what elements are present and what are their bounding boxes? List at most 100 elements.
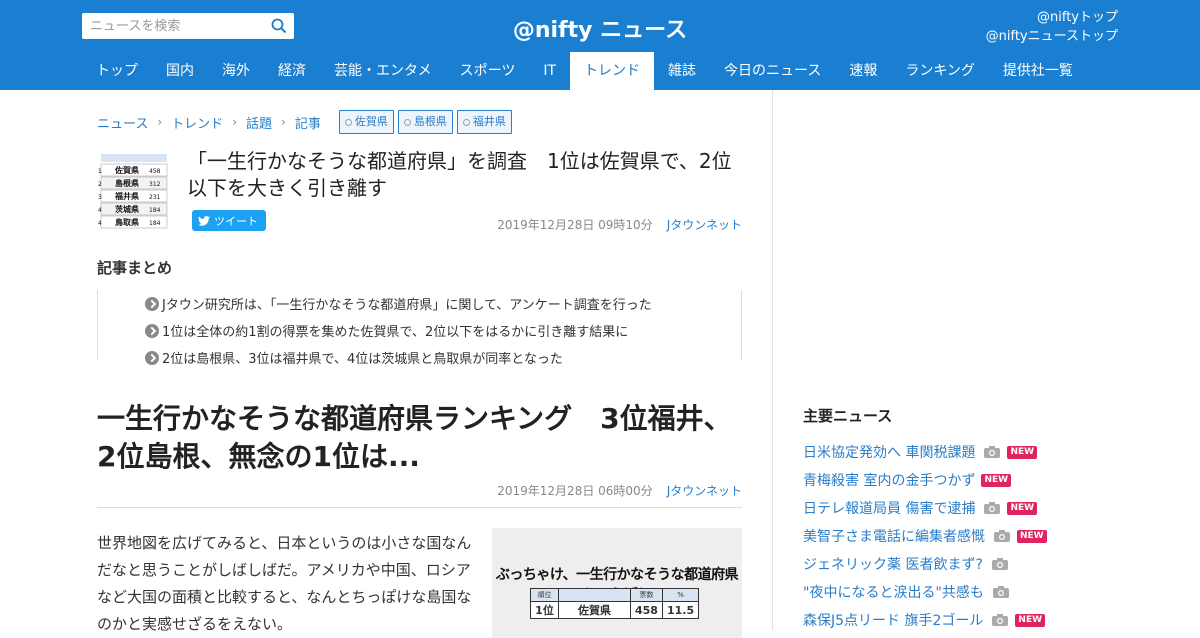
nav-item[interactable]: ランキング (891, 52, 989, 90)
news-link[interactable]: 森保J5点リード 旗手2ゴール (803, 610, 983, 630)
thumb-cell: 4 (98, 220, 102, 227)
figure-cell: 458 (630, 601, 663, 619)
headline-thumbnail[interactable]: 1 佐賀県 458 2 島根県 312 3 福井県 231 4 茨城県 184 4 鳥取県 184 (97, 150, 179, 230)
summary-text: Jタウン研究所は、「一生行かなそうな都道府県」に関して、アンケート調査を行った (162, 298, 652, 313)
new-badge: NEW (1007, 445, 1038, 459)
thumb-row: 2 島根県 312 (98, 176, 168, 190)
news-link[interactable]: 青梅殺害 室内の金手つかず (803, 470, 975, 490)
thumb-cell: 458 (149, 168, 161, 175)
figure-cell: 1位 (530, 601, 559, 619)
sidebar-news-item[interactable]: 青梅殺害 室内の金手つかず NEW (803, 466, 1103, 494)
nav-item[interactable]: スポーツ (446, 52, 530, 90)
news-link[interactable]: 日米協定発効へ 車関税課題 (803, 442, 975, 462)
news-link[interactable]: ジェネリック薬 医者飲まず? (803, 554, 983, 574)
breadcrumb-trend[interactable]: トレンド (171, 113, 223, 132)
circle-icon (462, 118, 470, 126)
nav-item[interactable]: 経済 (264, 52, 320, 90)
article-date: 2019年12月28日 06時00分 (497, 484, 653, 498)
nav-item[interactable]: 提供社一覧 (989, 52, 1087, 90)
sidebar-news-item[interactable]: 美智子さま電話に編集者感慨 NEW (803, 522, 1103, 550)
tag-saga[interactable]: 佐賀県 (338, 110, 394, 134)
nav-item[interactable]: 今日のニュース (710, 52, 835, 90)
tag-fukui[interactable]: 福井県 (456, 110, 512, 134)
sidebar-news-item[interactable]: "夜中になると涙出る"共感も (803, 578, 1103, 606)
thumb-cell: 福井県 (114, 191, 139, 201)
sidebar-main-news: 主要ニュース 日米協定発効へ 車関税課題 NEW 青梅殺害 室内の金手つかず NEW 日… (803, 405, 1103, 634)
summary-heading: 記事まとめ (97, 259, 173, 277)
sidebar-news-item[interactable]: ジェネリック薬 医者飲まず? (803, 550, 1103, 578)
sidebar-heading: 主要ニュース (803, 407, 893, 425)
nav-item[interactable]: IT (529, 52, 570, 90)
thumb-cell: 3 (98, 194, 102, 201)
article-meta: 2019年12月28日 06時00分 Jタウンネット (497, 482, 742, 499)
arrow-right-icon (145, 296, 159, 311)
thumb-cell: 佐賀県 (114, 165, 139, 175)
headline-date: 2019年12月28日 09時10分 (497, 218, 653, 232)
sidebar-news-item[interactable]: 日米協定発効へ 車関税課題 NEW (803, 438, 1103, 466)
news-link[interactable]: 美智子さま電話に編集者感慨 (803, 526, 985, 546)
thumb-cell: 231 (149, 194, 161, 201)
sidebar-news-item[interactable]: 日テレ報道局員 傷害で逮捕 NEW (803, 494, 1103, 522)
nav-item[interactable]: トップ (82, 52, 152, 90)
headline-title[interactable]: 「一生行かなそうな都道府県」を調査 1位は佐賀県で、2位以下を大きく引き離す (187, 148, 737, 202)
thumb-cell: 1 (98, 168, 102, 175)
chevron-right-icon: › (281, 115, 286, 129)
figure-header: % (661, 588, 700, 602)
nav-item[interactable]: 速報 (835, 52, 891, 90)
tag-label: 福井県 (472, 115, 506, 128)
thumb-cell: 茨城県 (115, 204, 139, 214)
thumb-cell: 2 (98, 181, 102, 188)
figure-cell: 佐賀県 (558, 601, 631, 619)
nav-item[interactable]: 海外 (208, 52, 264, 90)
main-nav: トップ 国内 海外 経済 芸能・エンタメ スポーツ IT トレンド 雑誌 今日のニュース 速報 ランキ… (82, 52, 1087, 90)
circle-icon (344, 118, 352, 126)
thumb-cell: 4 (98, 207, 102, 214)
nav-item[interactable]: 雑誌 (654, 52, 710, 90)
camera-icon (984, 446, 1001, 458)
tag-shimane[interactable]: 島根県 (397, 110, 453, 134)
thumb-row: 4 茨城県 184 (98, 202, 168, 216)
thumb-cell: 312 (149, 181, 161, 188)
thumb-cell: 鳥取県 (115, 217, 139, 227)
breadcrumb-topic[interactable]: 話題 (246, 113, 272, 132)
tag-label: 島根県 (413, 115, 447, 128)
camera-icon (984, 502, 1001, 514)
summary-item: 1位は全体の約1割の得票を集めた佐賀県で、2位以下をはるかに引き離す結果に (145, 317, 652, 344)
camera-icon (992, 614, 1009, 626)
news-link[interactable]: "夜中になると涙出る"共感も (803, 582, 984, 602)
tag-list: 佐賀県 島根県 福井県 (338, 110, 516, 134)
new-badge: NEW (1007, 501, 1038, 515)
breadcrumb-news[interactable]: ニュース (97, 113, 148, 132)
chevron-right-icon: › (157, 115, 163, 129)
figure-table: 順位 票数 % 1位 佐賀県 458 11.5 (530, 588, 700, 619)
article-title: 一生行かなそうな都道府県ランキング 3位福井、2位島根、無念の1位は... (97, 402, 732, 473)
news-link[interactable]: 日テレ報道局員 傷害で逮捕 (803, 498, 975, 518)
summary-text: 1位は全体の約1割の得票を集めた佐賀県で、2位以下をはるかに引き離す結果に (162, 325, 629, 340)
sidebar-news-list: 日米協定発効へ 車関税課題 NEW 青梅殺害 室内の金手つかず NEW 日テレ報道局員 … (803, 438, 1103, 634)
nav-item[interactable]: 芸能・エンタメ (320, 52, 446, 90)
article-source-link[interactable]: Jタウンネット (667, 484, 742, 498)
new-badge: NEW (1017, 529, 1047, 543)
twitter-bird-icon (198, 215, 210, 226)
nav-item[interactable]: トレンド (570, 52, 655, 90)
summary-item: 2位は島根県、3位は福井県で、4位は茨城県と鳥取県が同率となった (145, 344, 652, 371)
tweet-button[interactable]: ツイート (192, 210, 266, 231)
tweet-label: ツイート (214, 214, 258, 228)
breadcrumb: ニュース › トレンド › 話題 › 記事 佐賀県 島根県 福井県 (97, 110, 516, 134)
thumb-row: 3 福井県 231 (98, 189, 168, 203)
chevron-right-icon: › (232, 115, 237, 129)
breadcrumb-article[interactable]: 記事 (295, 113, 321, 132)
link-nifty-top[interactable]: @niftyトップ (986, 8, 1118, 27)
camera-icon (992, 586, 1009, 598)
nav-item[interactable]: 国内 (152, 52, 208, 90)
headline-source-link[interactable]: Jタウンネット (667, 218, 742, 232)
thumb-cell: 184 (149, 207, 161, 214)
article-body: 世界地図を広げてみると、日本というのは小さな国なんだなと思うことがしばしばだ。ア… (97, 534, 472, 633)
link-nifty-news-top[interactable]: @niftyニューストップ (986, 27, 1118, 46)
divider (97, 507, 742, 508)
thumb-cell: 島根県 (115, 178, 139, 188)
new-badge: NEW (981, 473, 1012, 487)
article-figure[interactable]: ぶっちゃけ、一生行かなそうな都道府県といえば？ 順位 票数 % 1位 佐賀県 4… (492, 528, 742, 638)
headline-meta: 2019年12月28日 09時10分 Jタウンネット (497, 216, 742, 233)
figure-cell: 11.5 (661, 601, 700, 619)
